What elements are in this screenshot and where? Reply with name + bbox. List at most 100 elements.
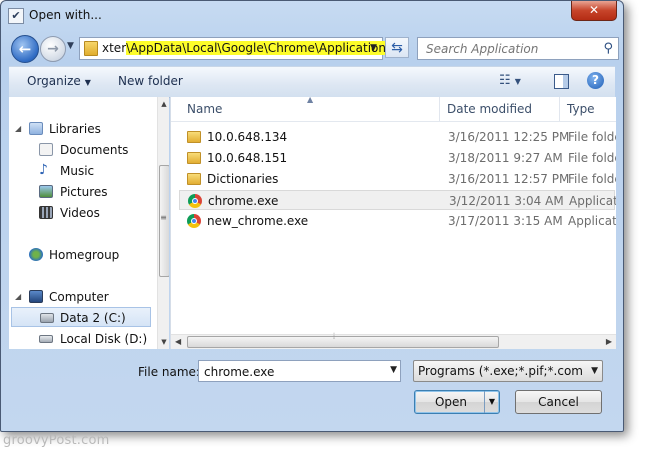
new-folder-button[interactable]: New folder (118, 74, 183, 88)
collapse-icon[interactable]: ◢ (15, 124, 21, 133)
organize-label: Organize (27, 74, 81, 88)
check-box-icon: ✔ (8, 8, 24, 24)
nav-item-videos[interactable]: Videos (9, 203, 169, 223)
file-type-filter-select[interactable]: Programs (*.exe;*.pif;*.com;*.bat;*.cmd)… (413, 360, 603, 382)
documents-icon (39, 143, 53, 156)
forward-arrow-icon: → (47, 41, 59, 57)
file-type: File folder (568, 130, 616, 144)
cancel-button[interactable]: Cancel (515, 390, 602, 414)
file-name-combo[interactable]: ▼ (198, 360, 401, 382)
folder-icon (187, 152, 201, 164)
nav-item-pictures[interactable]: Pictures (9, 182, 169, 202)
nav-label-documents: Documents (60, 143, 129, 157)
grip-icon: ⦙ (333, 332, 336, 342)
nav-label-videos: Videos (60, 206, 100, 220)
nav-vertical-scrollbar[interactable]: ▲ ≡ ▼ (157, 97, 169, 349)
search-input[interactable] (424, 40, 598, 58)
file-type: File folder (568, 151, 616, 165)
file-row[interactable]: Dictionaries 3/16/2011 12:57 PM File fol… (179, 169, 616, 189)
videos-icon (39, 206, 53, 219)
file-date: 3/12/2011 3:04 AM (449, 194, 564, 208)
file-row[interactable]: 10.0.648.134 3/16/2011 12:25 PM File fol… (179, 127, 616, 147)
nav-item-local-disk-d[interactable]: Local Disk (D:) (9, 329, 169, 349)
nav-item-data-2-c[interactable]: Data 2 (C:) (11, 307, 151, 327)
preview-pane-icon[interactable] (554, 74, 569, 89)
file-type: Application (569, 194, 616, 208)
nav-label-computer: Computer (49, 290, 109, 304)
file-date: 3/16/2011 12:25 PM (448, 130, 570, 144)
nav-item-homegroup[interactable]: Homegroup (9, 245, 169, 265)
scroll-left-icon[interactable]: ◀ (175, 337, 181, 346)
address-path[interactable]: xter\AppData\Local\Google\Chrome\Applica… (102, 41, 386, 55)
recent-pages-dropdown[interactable]: ▼ (67, 41, 74, 51)
nav-label-local-disk-d: Local Disk (D:) (60, 332, 148, 346)
forward-button[interactable]: → (40, 36, 66, 62)
view-dropdown-icon[interactable]: ▼ (515, 77, 521, 86)
open-with-dialog: ✔ Open with... ✕ ← → ▼ xter\AppData\Loca… (0, 0, 624, 432)
pictures-icon (39, 185, 53, 198)
file-name-input[interactable] (202, 363, 376, 381)
file-name: 10.0.648.134 (207, 130, 288, 144)
back-arrow-icon: ← (18, 40, 32, 58)
search-icon[interactable]: ⚲ (603, 41, 613, 56)
chevron-down-icon: ▼ (84, 78, 91, 87)
libraries-icon (29, 122, 43, 135)
homegroup-icon (29, 248, 43, 261)
address-bar[interactable]: xter\AppData\Local\Google\Chrome\Applica… (79, 37, 386, 60)
file-name: new_chrome.exe (207, 214, 309, 228)
close-button[interactable]: ✕ (571, 1, 617, 21)
file-row-selected[interactable]: chrome.exe 3/12/2011 3:04 AM Application (179, 190, 616, 210)
watermark: groovyPost.com (3, 433, 110, 448)
window-title: Open with... (29, 8, 102, 22)
column-header-date-modified[interactable]: Date modified (447, 102, 532, 116)
address-path-prefix: xter (102, 41, 127, 55)
folder-icon (84, 41, 98, 56)
scroll-right-icon[interactable]: ▶ (606, 337, 612, 346)
open-options-dropdown-icon[interactable]: ▼ (484, 391, 499, 413)
collapse-icon[interactable]: ◢ (15, 292, 21, 301)
refresh-icon: ⇆ (391, 40, 403, 56)
computer-icon (29, 290, 43, 303)
file-name: Dictionaries (207, 172, 279, 186)
organize-button[interactable]: Organize ▼ (27, 74, 91, 88)
file-list-pane: Name ▲ Date modified Type 10.0.648.134 3… (170, 97, 616, 349)
nav-item-computer[interactable]: ◢ Computer (9, 287, 169, 307)
scroll-down-icon[interactable]: ▼ (159, 338, 169, 346)
title-bar: ✔ Open with... ✕ (1, 1, 623, 31)
command-bar: Organize ▼ New folder ☷ ▼ ? (9, 66, 615, 98)
nav-label-libraries: Libraries (49, 122, 101, 136)
nav-label-data-2-c: Data 2 (C:) (60, 311, 126, 325)
address-path-highlighted: \AppData\Local\Google\Chrome\Application (126, 41, 386, 55)
file-name: 10.0.648.151 (207, 151, 288, 165)
nav-item-documents[interactable]: Documents (9, 140, 169, 160)
open-button[interactable]: Open ▼ (414, 390, 500, 414)
search-box[interactable]: ⚲ (417, 37, 619, 60)
chevron-down-icon[interactable]: ▼ (591, 366, 598, 376)
folder-icon (187, 131, 201, 143)
navigation-pane: ◢ Libraries Documents ♪ Music Pictures V… (9, 97, 169, 349)
file-type: Application (568, 214, 616, 228)
nav-item-music[interactable]: ♪ Music (9, 161, 169, 181)
chrome-icon (188, 194, 202, 208)
column-divider[interactable] (439, 97, 440, 121)
help-icon[interactable]: ? (587, 72, 604, 89)
file-scroll-thumb[interactable] (187, 336, 499, 348)
column-header-name[interactable]: Name (187, 102, 222, 116)
sort-ascending-icon: ▲ (307, 97, 314, 104)
column-divider[interactable] (559, 97, 560, 121)
music-icon: ♪ (39, 162, 48, 178)
folder-icon (187, 173, 201, 185)
back-button[interactable]: ← (11, 35, 39, 63)
file-row[interactable]: new_chrome.exe 3/17/2011 3:15 AM Applica… (179, 211, 616, 231)
refresh-button[interactable]: ⇆ (385, 37, 409, 58)
address-dropdown-icon[interactable]: ▼ (365, 38, 382, 59)
nav-item-libraries[interactable]: ◢ Libraries (9, 119, 169, 139)
scroll-up-icon[interactable]: ▲ (159, 100, 169, 108)
change-view-icon[interactable]: ☷ ▼ (499, 73, 521, 88)
chrome-icon (187, 214, 201, 228)
file-horizontal-scrollbar[interactable]: ◀ ⦙ ▶ (171, 332, 616, 349)
file-row[interactable]: 10.0.648.151 3/18/2011 9:27 AM File fold… (179, 148, 616, 168)
chevron-down-icon[interactable]: ▼ (390, 365, 397, 375)
column-header-type[interactable]: Type (567, 102, 595, 116)
column-header-row: Name ▲ Date modified Type (171, 97, 616, 122)
